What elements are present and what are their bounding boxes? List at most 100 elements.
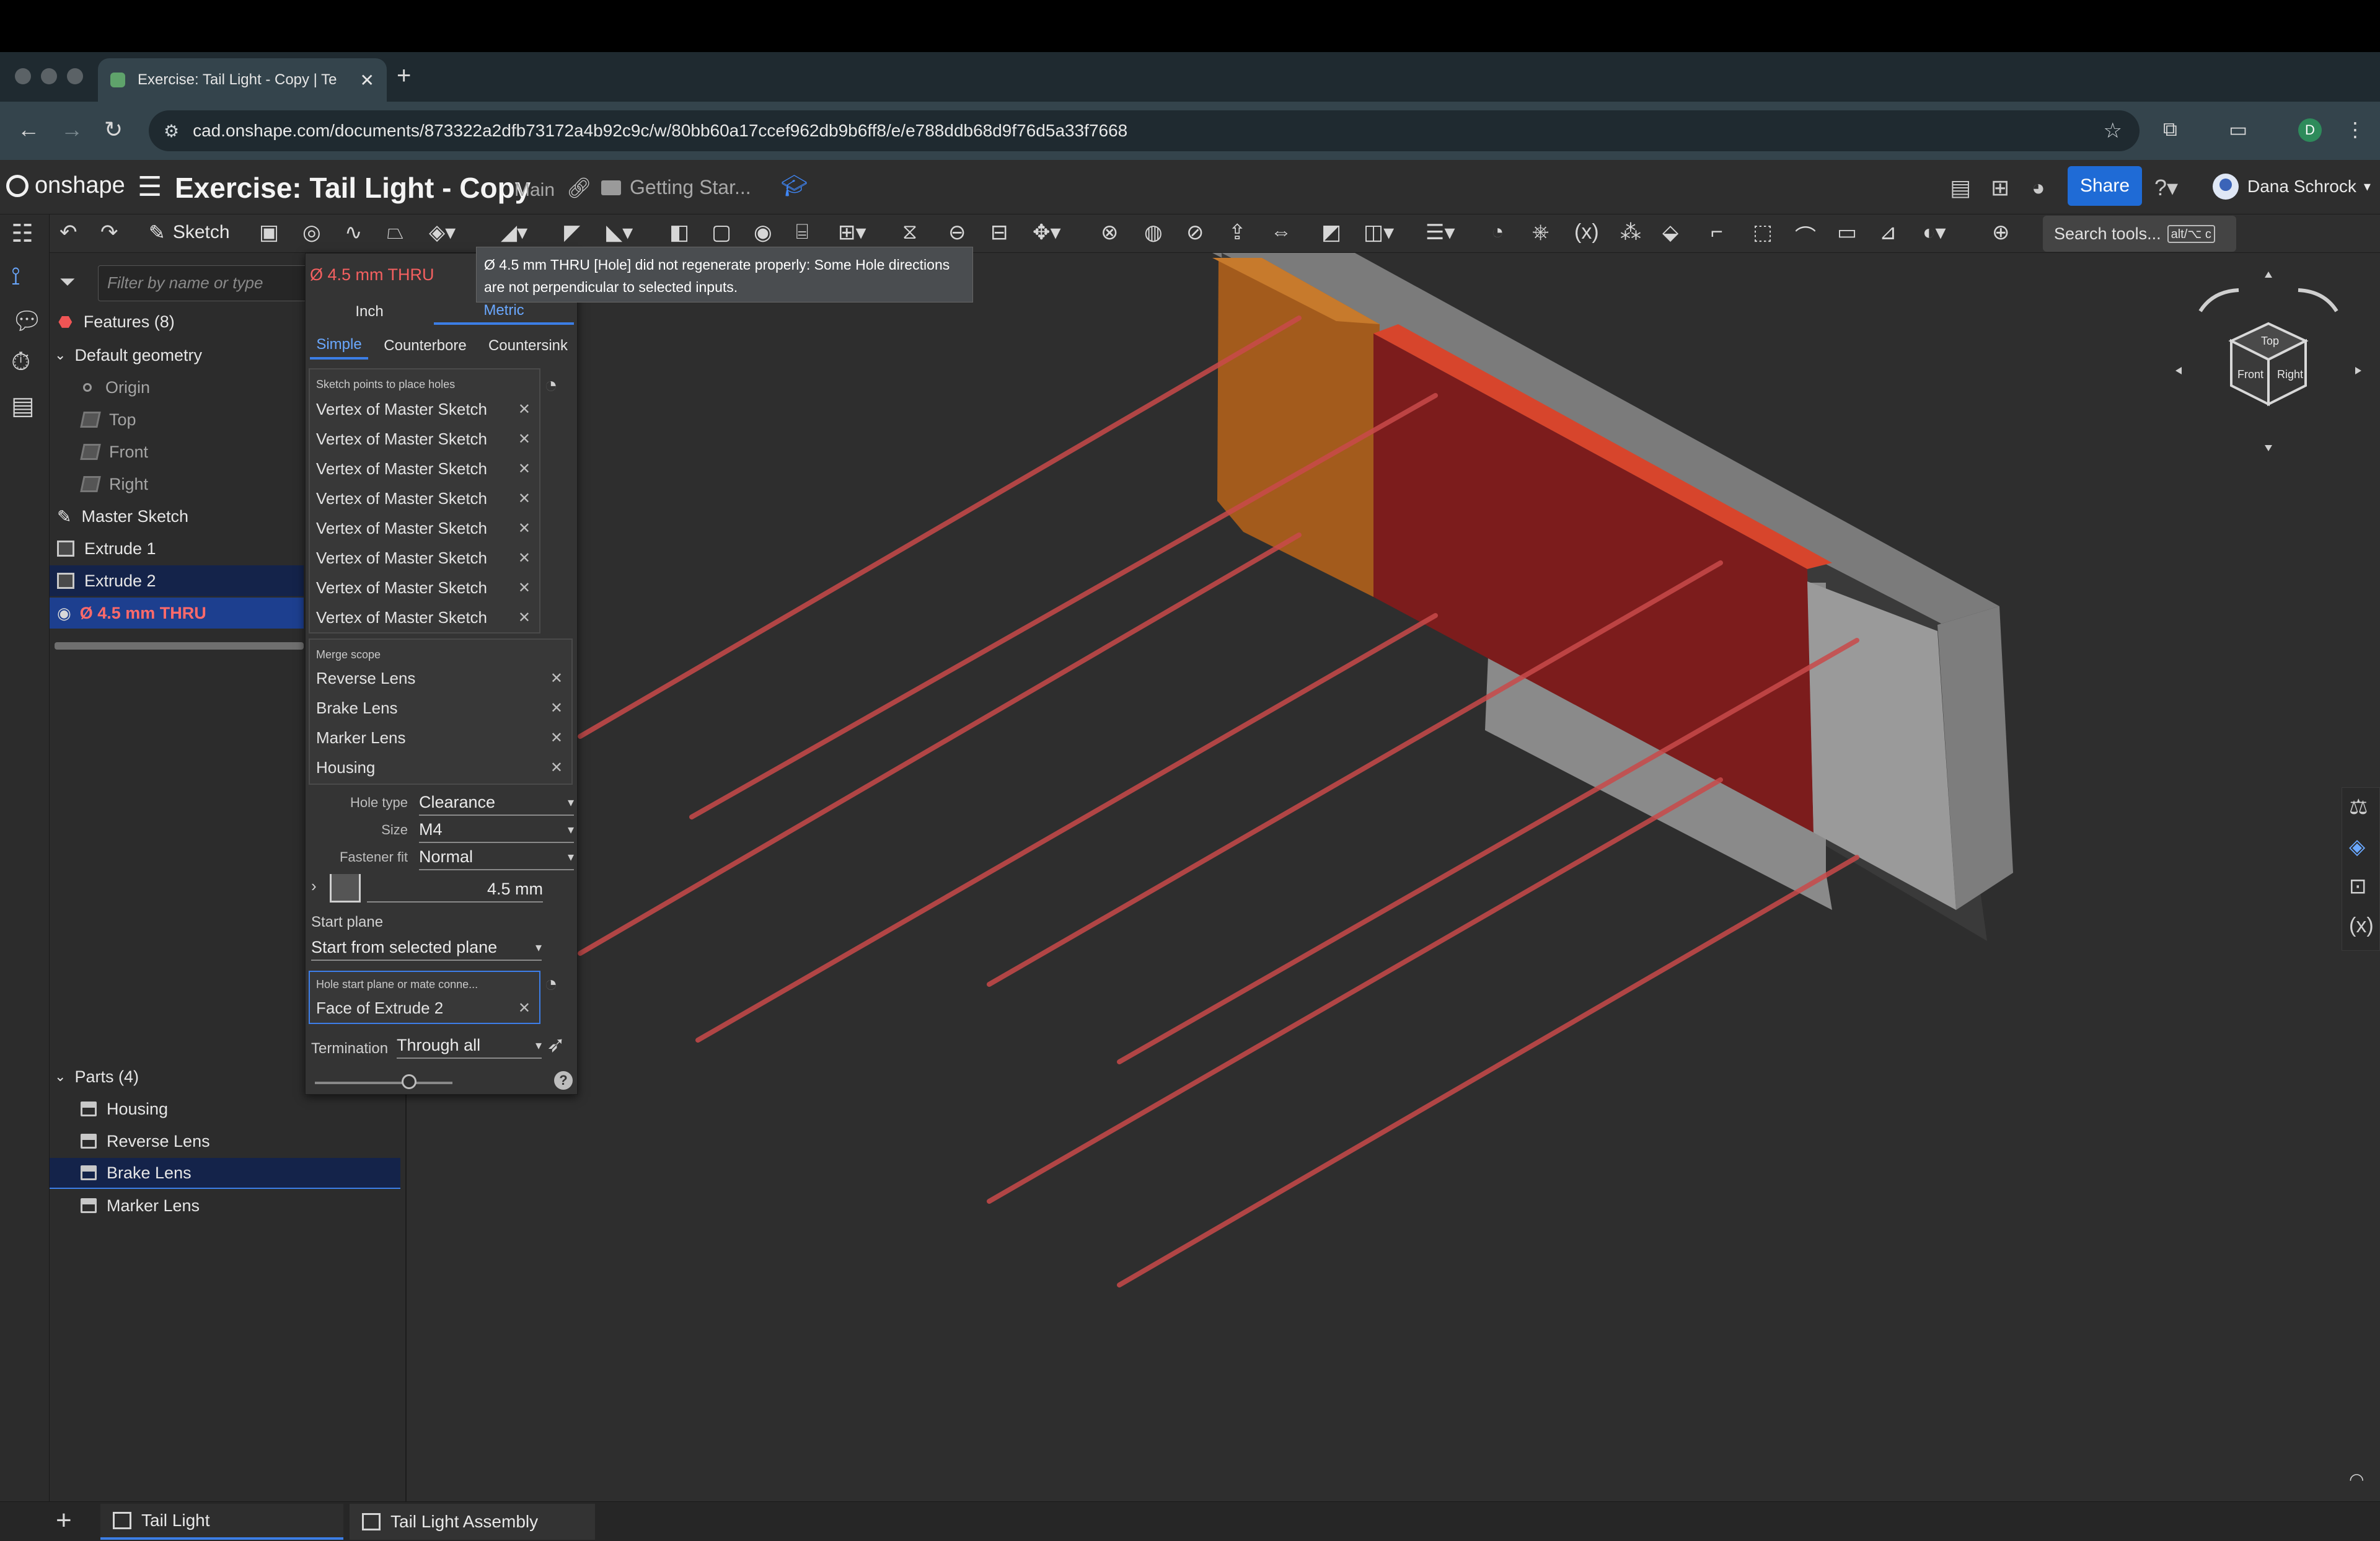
bookmark-star-icon[interactable]: ☆ bbox=[2104, 118, 2122, 143]
frame-tool-icon[interactable]: ⌐ bbox=[1711, 220, 1723, 244]
sketch-point-item[interactable]: Vertex of Master Sketch ✕ bbox=[316, 483, 531, 513]
remove-icon[interactable]: ✕ bbox=[518, 460, 531, 478]
rollback-slider-track[interactable] bbox=[315, 1082, 452, 1084]
history-icon[interactable]: ⏱︎ bbox=[11, 348, 30, 376]
remove-icon[interactable]: ✕ bbox=[518, 999, 531, 1017]
helix-tool-icon[interactable]: ☰▾ bbox=[1426, 220, 1455, 245]
tree-item-extrude-1[interactable]: Extrude 1 bbox=[50, 533, 304, 564]
cast-icon[interactable]: ▭ bbox=[2229, 118, 2247, 141]
cylinder-tool-icon[interactable]: ⌸ bbox=[796, 220, 808, 244]
mate-connector-tool-icon[interactable]: ◫▾ bbox=[1364, 220, 1394, 245]
plane-tool-icon[interactable]: ◩ bbox=[1321, 220, 1341, 245]
remove-icon[interactable]: ✕ bbox=[518, 430, 531, 448]
sketch-point-item[interactable]: Vertex of Master Sketch ✕ bbox=[316, 424, 531, 454]
sketch-point-item[interactable]: Vertex of Master Sketch ✕ bbox=[316, 573, 531, 603]
part-item-brake-lens[interactable]: Brake Lens bbox=[50, 1158, 400, 1189]
shell-tool-icon[interactable]: ▢ bbox=[712, 220, 731, 245]
tree-item-right-plane[interactable]: Right bbox=[50, 469, 304, 500]
tab-counterbore[interactable]: Counterbore bbox=[378, 332, 472, 360]
sketch-point-item[interactable]: Vertex of Master Sketch ✕ bbox=[316, 394, 531, 424]
split-tool-icon[interactable]: ⊟ bbox=[990, 220, 1008, 245]
document-menu-icon[interactable]: ☰ bbox=[138, 171, 162, 203]
tab-tail-light-assembly[interactable]: Tail Light Assembly bbox=[350, 1504, 595, 1540]
onshape-logo[interactable]: onshape bbox=[6, 172, 125, 199]
branch-label[interactable]: Main bbox=[514, 180, 555, 201]
draft-tool-icon[interactable]: ◣▾ bbox=[606, 220, 633, 245]
tree-item-front-plane[interactable]: Front bbox=[50, 436, 304, 467]
loft-tool-icon[interactable]: ⏢ bbox=[387, 220, 403, 244]
tab-tool-icon[interactable]: ▭ bbox=[1837, 220, 1857, 245]
add-element-icon[interactable]: + bbox=[56, 1505, 72, 1536]
mirror-tool-icon[interactable]: ⧖ bbox=[902, 220, 917, 244]
hole-tool-icon[interactable]: ◉ bbox=[754, 220, 772, 245]
sketch-point-item[interactable]: Vertex of Master Sketch ✕ bbox=[316, 454, 531, 483]
surface-tool-icon[interactable]: ◐▾ bbox=[1923, 220, 1946, 245]
extensions-icon[interactable]: ⧉ bbox=[2163, 118, 2177, 141]
sketch-button[interactable]: ✎ Sketch bbox=[149, 221, 230, 244]
sketch-point-item[interactable]: Vertex of Master Sketch ✕ bbox=[316, 513, 531, 543]
remove-icon[interactable]: ✕ bbox=[518, 490, 531, 508]
remove-icon[interactable]: ✕ bbox=[518, 579, 531, 597]
tab-tail-light[interactable]: Tail Light bbox=[100, 1504, 343, 1540]
share-button[interactable]: Share bbox=[2068, 166, 2142, 206]
modify-fillet-tool-icon[interactable]: ◍ bbox=[1144, 220, 1163, 245]
browser-menu-icon[interactable]: ⋮ bbox=[2345, 118, 2365, 141]
feature-list-icon[interactable]: ☷ bbox=[11, 219, 33, 248]
default-geometry-folder[interactable]: ⌄ Default geometry bbox=[50, 340, 304, 371]
remove-icon[interactable]: ✕ bbox=[550, 729, 563, 747]
filter-icon[interactable]: ⏷ bbox=[60, 270, 76, 294]
rib-tool-icon[interactable]: ◧ bbox=[669, 220, 689, 245]
document-list-icon[interactable]: ▤ bbox=[1950, 175, 1971, 201]
variable-tool-icon[interactable]: (x) bbox=[1574, 220, 1599, 244]
remove-icon[interactable]: ✕ bbox=[518, 549, 531, 567]
sweep-tool-icon[interactable]: ∿ bbox=[345, 220, 363, 245]
merge-scope-item[interactable]: Marker Lens ✕ bbox=[316, 723, 563, 753]
sheet-metal-tool-icon[interactable]: ⬚ bbox=[1753, 220, 1773, 245]
selection-timer-icon[interactable]: ◔ bbox=[544, 971, 558, 997]
transform-tool-icon[interactable]: ✥▾ bbox=[1033, 220, 1061, 245]
tree-item-extrude-2[interactable]: Extrude 2 bbox=[50, 565, 304, 596]
tag-tool-icon[interactable]: ⬙ bbox=[1662, 220, 1678, 245]
browser-tab-active[interactable]: Exercise: Tail Light - Copy | Te ✕ bbox=[98, 58, 387, 102]
forward-arrow-icon[interactable]: → bbox=[61, 117, 83, 143]
chevron-right-icon[interactable]: › bbox=[311, 876, 317, 896]
revolve-tool-icon[interactable]: ◎ bbox=[302, 220, 321, 245]
hole-start-item[interactable]: Face of Extrude 2 ✕ bbox=[316, 993, 531, 1023]
learning-center-icon[interactable]: 🎓︎ bbox=[781, 174, 808, 198]
link-icon[interactable]: 🔗︎ bbox=[566, 176, 592, 200]
delete-face-tool-icon[interactable]: ⊘ bbox=[1186, 220, 1204, 245]
parts-list-icon[interactable]: ⟟ bbox=[11, 263, 20, 291]
fastener-fit-select[interactable]: Normal ▾ bbox=[419, 844, 574, 870]
flip-direction-icon[interactable]: ➶ bbox=[547, 1031, 565, 1058]
tab-inch[interactable]: Inch bbox=[310, 299, 429, 325]
feature-list-scrollbar[interactable] bbox=[55, 642, 304, 650]
start-plane-select[interactable]: Start from selected plane ▾ bbox=[311, 935, 542, 961]
part-item-marker-lens[interactable]: Marker Lens bbox=[50, 1190, 400, 1221]
site-settings-icon[interactable]: ⚙ bbox=[164, 121, 179, 141]
comments-icon[interactable]: 💬︎ bbox=[11, 306, 43, 335]
tree-item-top-plane[interactable]: Top bbox=[50, 404, 304, 435]
extrude-tool-icon[interactable]: ▣ bbox=[259, 220, 279, 245]
appearance-icon[interactable]: ◈ bbox=[2349, 834, 2365, 859]
pattern-tool-icon[interactable]: ⊞▾ bbox=[838, 220, 866, 245]
tab-simple[interactable]: Simple bbox=[310, 332, 368, 360]
remove-icon[interactable]: ✕ bbox=[550, 699, 563, 717]
merge-scope-item[interactable]: Brake Lens ✕ bbox=[316, 693, 563, 723]
part-item-reverse-lens[interactable]: Reverse Lens bbox=[50, 1126, 400, 1157]
tab-metric[interactable]: Metric bbox=[434, 299, 574, 325]
remove-icon[interactable]: ✕ bbox=[550, 759, 563, 777]
merge-scope-item[interactable]: Housing ✕ bbox=[316, 753, 563, 782]
view-cube[interactable]: Top Front Right bbox=[2169, 267, 2380, 465]
features-header[interactable]: ⬣ Features (8) bbox=[50, 306, 304, 337]
sketch-fit-tool-icon[interactable]: ◔ bbox=[1491, 220, 1504, 244]
chamfer-tool-icon[interactable]: ◤ bbox=[564, 220, 580, 245]
tab-countersink[interactable]: Countersink bbox=[480, 332, 576, 360]
document-title[interactable]: Exercise: Tail Light - Copy bbox=[175, 171, 531, 205]
redo-icon[interactable]: ↷ bbox=[100, 220, 118, 245]
remove-icon[interactable]: ✕ bbox=[518, 609, 531, 627]
boolean-tool-icon[interactable]: ⊖ bbox=[948, 220, 966, 245]
display-settings-icon[interactable]: ◠ bbox=[2349, 1469, 2364, 1490]
hole-type-select[interactable]: Clearance ▾ bbox=[419, 790, 574, 816]
help-icon[interactable]: ? bbox=[554, 1071, 573, 1090]
remove-icon[interactable]: ✕ bbox=[518, 400, 531, 418]
